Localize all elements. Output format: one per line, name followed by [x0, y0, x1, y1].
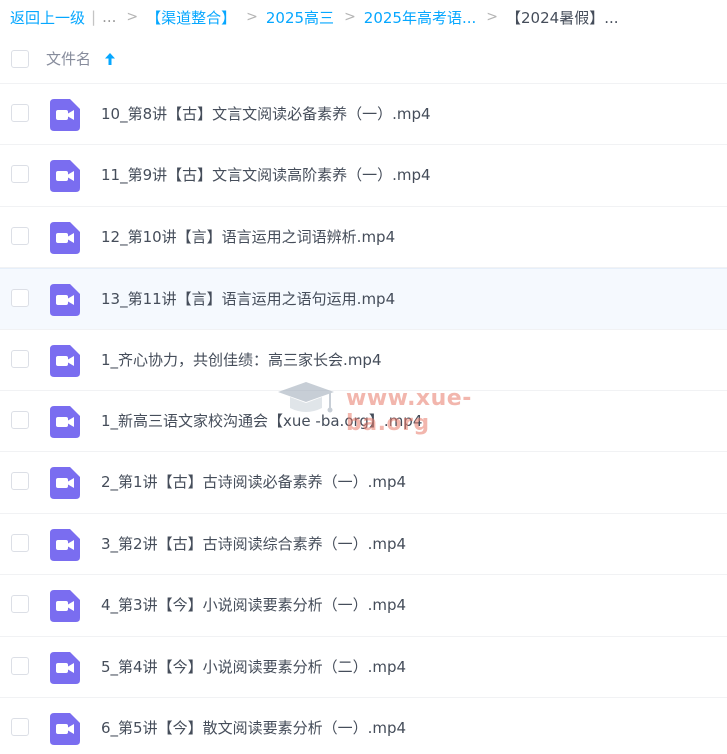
row-checkbox[interactable] — [11, 656, 29, 675]
file-row[interactable]: 11_第9讲【古】文言文阅读高阶素养（一）.mp4 — [0, 145, 727, 207]
file-name[interactable]: 11_第9讲【古】文言文阅读高阶素养（一）.mp4 — [101, 145, 431, 206]
file-row[interactable]: 6_第5讲【今】散文阅读要素分析（一）.mp4 — [0, 698, 727, 754]
file-row[interactable]: 13_第11讲【言】语言运用之语句运用.mp4 — [0, 268, 727, 330]
select-all-checkbox[interactable] — [11, 49, 29, 68]
file-name[interactable]: 1_新高三语文家校沟通会【xue -ba.org】.mp4 — [101, 391, 422, 452]
file-name[interactable]: 6_第5讲【今】散文阅读要素分析（一）.mp4 — [101, 698, 406, 754]
file-name[interactable]: 3_第2讲【古】古诗阅读综合素养（一）.mp4 — [101, 514, 406, 575]
breadcrumb-arrow: > — [126, 9, 139, 25]
breadcrumb-arrow: > — [344, 9, 356, 25]
video-file-icon — [50, 467, 80, 500]
back-link[interactable]: 返回上一级 — [10, 7, 85, 28]
file-list: 10_第8讲【古】文言文阅读必备素养（一）.mp4 11_第9讲【古】文言文阅读高… — [0, 84, 727, 754]
breadcrumb-arrow: > — [486, 9, 499, 25]
file-row[interactable]: 1_齐心协力，共创佳绩：高三家长会.mp4 — [0, 330, 727, 391]
breadcrumb-current: 【2024暑假】... — [506, 8, 619, 27]
video-file-icon — [50, 651, 80, 684]
row-checkbox[interactable] — [11, 349, 29, 368]
breadcrumb-arrow: > — [246, 9, 258, 25]
file-name[interactable]: 13_第11讲【言】语言运用之语句运用.mp4 — [101, 269, 395, 330]
column-header-filename[interactable]: 文件名 — [46, 48, 91, 69]
breadcrumb-ellipsis[interactable]: ... — [102, 8, 116, 26]
file-name[interactable]: 10_第8讲【古】文言文阅读必备素养（一）.mp4 — [101, 84, 431, 145]
row-checkbox[interactable] — [11, 595, 29, 614]
file-name[interactable]: 2_第1讲【古】古诗阅读必备素养（一）.mp4 — [101, 452, 406, 513]
video-file-icon — [50, 160, 80, 193]
file-name[interactable]: 12_第10讲【言】语言运用之词语辨析.mp4 — [101, 207, 395, 268]
row-checkbox[interactable] — [11, 165, 29, 184]
breadcrumb-item-channel[interactable]: 【渠道整合】 — [146, 7, 236, 28]
video-file-icon — [50, 221, 80, 254]
file-row[interactable]: 5_第4讲【今】小说阅读要素分析（二）.mp4 — [0, 637, 727, 698]
breadcrumb-separator: | — [91, 8, 97, 26]
row-checkbox[interactable] — [11, 289, 29, 308]
row-checkbox[interactable] — [11, 472, 29, 491]
file-name[interactable]: 5_第4讲【今】小说阅读要素分析（二）.mp4 — [101, 637, 406, 698]
row-checkbox[interactable] — [11, 104, 29, 122]
file-row[interactable]: 1_新高三语文家校沟通会【xue -ba.org】.mp4 — [0, 391, 727, 453]
video-file-icon — [50, 528, 80, 561]
file-name[interactable]: 1_齐心协力，共创佳绩：高三家长会.mp4 — [101, 330, 382, 391]
file-name[interactable]: 4_第3讲【今】小说阅读要素分析（一）.mp4 — [101, 575, 406, 636]
row-checkbox[interactable] — [11, 717, 29, 736]
arrow-up-icon[interactable] — [103, 51, 117, 67]
video-file-icon — [50, 344, 80, 377]
video-file-icon — [50, 590, 80, 623]
video-file-icon — [50, 405, 80, 438]
file-row[interactable]: 3_第2讲【古】古诗阅读综合素养（一）.mp4 — [0, 514, 727, 576]
video-file-icon — [50, 284, 80, 317]
file-row[interactable]: 12_第10讲【言】语言运用之词语辨析.mp4 — [0, 207, 727, 269]
row-checkbox[interactable] — [11, 226, 29, 245]
file-row[interactable]: 4_第3讲【今】小说阅读要素分析（一）.mp4 — [0, 575, 727, 637]
breadcrumb-item-2025-gaokao[interactable]: 2025年高考语... — [364, 7, 476, 28]
row-checkbox[interactable] — [11, 410, 29, 429]
video-file-icon — [50, 99, 80, 131]
breadcrumb: 返回上一级 | ... > 【渠道整合】 > 2025高三 > 2025年高考语… — [0, 0, 727, 34]
file-row[interactable]: 10_第8讲【古】文言文阅读必备素养（一）.mp4 — [0, 84, 727, 146]
video-file-icon — [50, 712, 80, 745]
file-browser: 返回上一级 | ... > 【渠道整合】 > 2025高三 > 2025年高考语… — [0, 0, 727, 754]
file-row[interactable]: 2_第1讲【古】古诗阅读必备素养（一）.mp4 — [0, 452, 727, 514]
row-checkbox[interactable] — [11, 533, 29, 552]
breadcrumb-item-2025-senior[interactable]: 2025高三 — [266, 7, 334, 28]
list-header: 文件名 — [0, 34, 727, 84]
